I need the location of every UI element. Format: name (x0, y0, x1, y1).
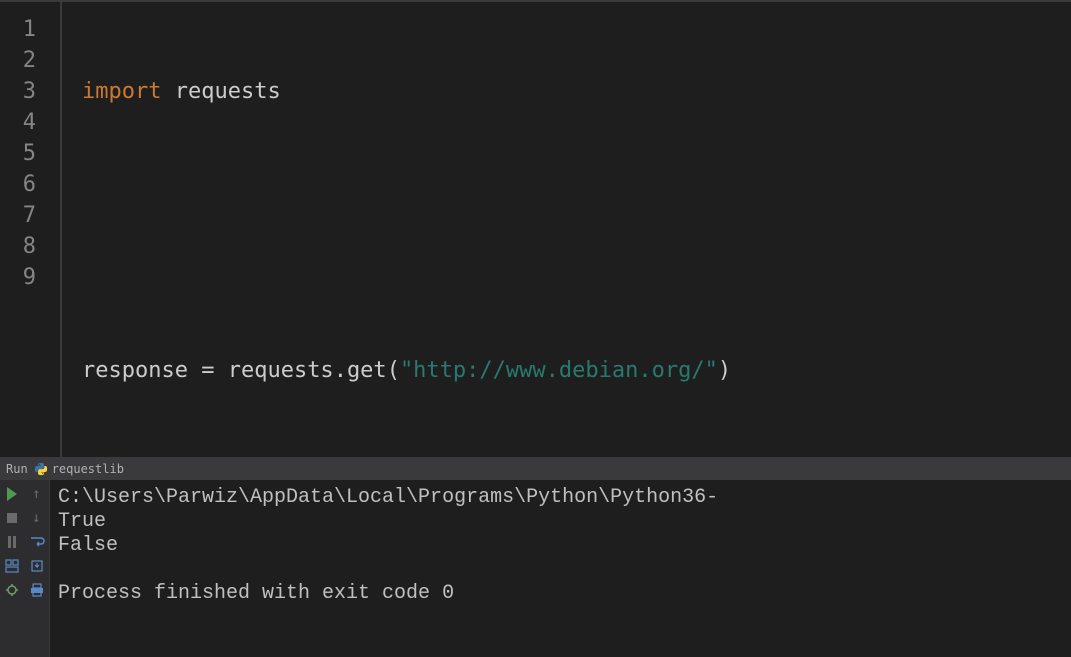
console-line: True (58, 510, 106, 533)
identifier: get (347, 358, 387, 383)
stop-button[interactable] (2, 508, 22, 528)
line-number: 9 (8, 262, 36, 293)
code-line-5[interactable] (82, 448, 1071, 457)
soft-wrap-button[interactable] (27, 532, 47, 552)
layout-button[interactable] (2, 556, 22, 576)
line-number-gutter: 1 2 3 4 5 6 7 8 9 (0, 2, 62, 457)
line-number: 5 (8, 138, 36, 169)
run-tool-window: Run requestlib ↑ ↓ (0, 457, 1071, 657)
code-content[interactable]: import requests response = requests.get(… (62, 2, 1071, 457)
console-line: Process finished with exit code 0 (58, 582, 454, 605)
scroll-up-button[interactable]: ↑ (27, 484, 47, 504)
scroll-to-end-button[interactable] (27, 556, 47, 576)
keyword-import: import (82, 79, 161, 104)
code-line-4[interactable]: response = requests.get("http://www.debi… (82, 355, 1071, 386)
console-output[interactable]: C:\Users\Parwiz\AppData\Local\Programs\P… (50, 480, 1071, 657)
code-line-1[interactable]: import requests (82, 76, 1071, 107)
console-line: False (58, 534, 118, 557)
run-secondary-toolbar: ↑ ↓ (24, 480, 50, 657)
debug-button[interactable] (2, 580, 22, 600)
module-name: requests (175, 79, 281, 104)
operator: = (201, 358, 214, 383)
scroll-down-button[interactable]: ↓ (27, 508, 47, 528)
identifier: response (82, 358, 188, 383)
code-line-2[interactable] (82, 169, 1071, 200)
run-config-name: requestlib (52, 462, 124, 476)
console-line: C:\Users\Parwiz\AppData\Local\Programs\P… (58, 486, 718, 509)
pause-button[interactable] (2, 532, 22, 552)
code-line-3[interactable] (82, 262, 1071, 293)
run-header-label: Run (6, 462, 28, 476)
code-editor[interactable]: 1 2 3 4 5 6 7 8 9 import requests respon… (0, 0, 1071, 457)
run-primary-toolbar (0, 480, 24, 657)
run-body: ↑ ↓ C:\Users\Parwiz\AppData\Local\Progra… (0, 480, 1071, 657)
python-icon (34, 462, 48, 476)
print-button[interactable] (27, 580, 47, 600)
line-number: 8 (8, 231, 36, 262)
line-number: 3 (8, 76, 36, 107)
string-literal: "http://www.debian.org/" (400, 358, 718, 383)
line-number: 7 (8, 200, 36, 231)
line-number: 6 (8, 169, 36, 200)
run-header: Run requestlib (0, 458, 1071, 480)
line-number: 2 (8, 45, 36, 76)
line-number: 1 (8, 14, 36, 45)
line-number: 4 (8, 107, 36, 138)
rerun-button[interactable] (2, 484, 22, 504)
identifier: requests (228, 358, 334, 383)
